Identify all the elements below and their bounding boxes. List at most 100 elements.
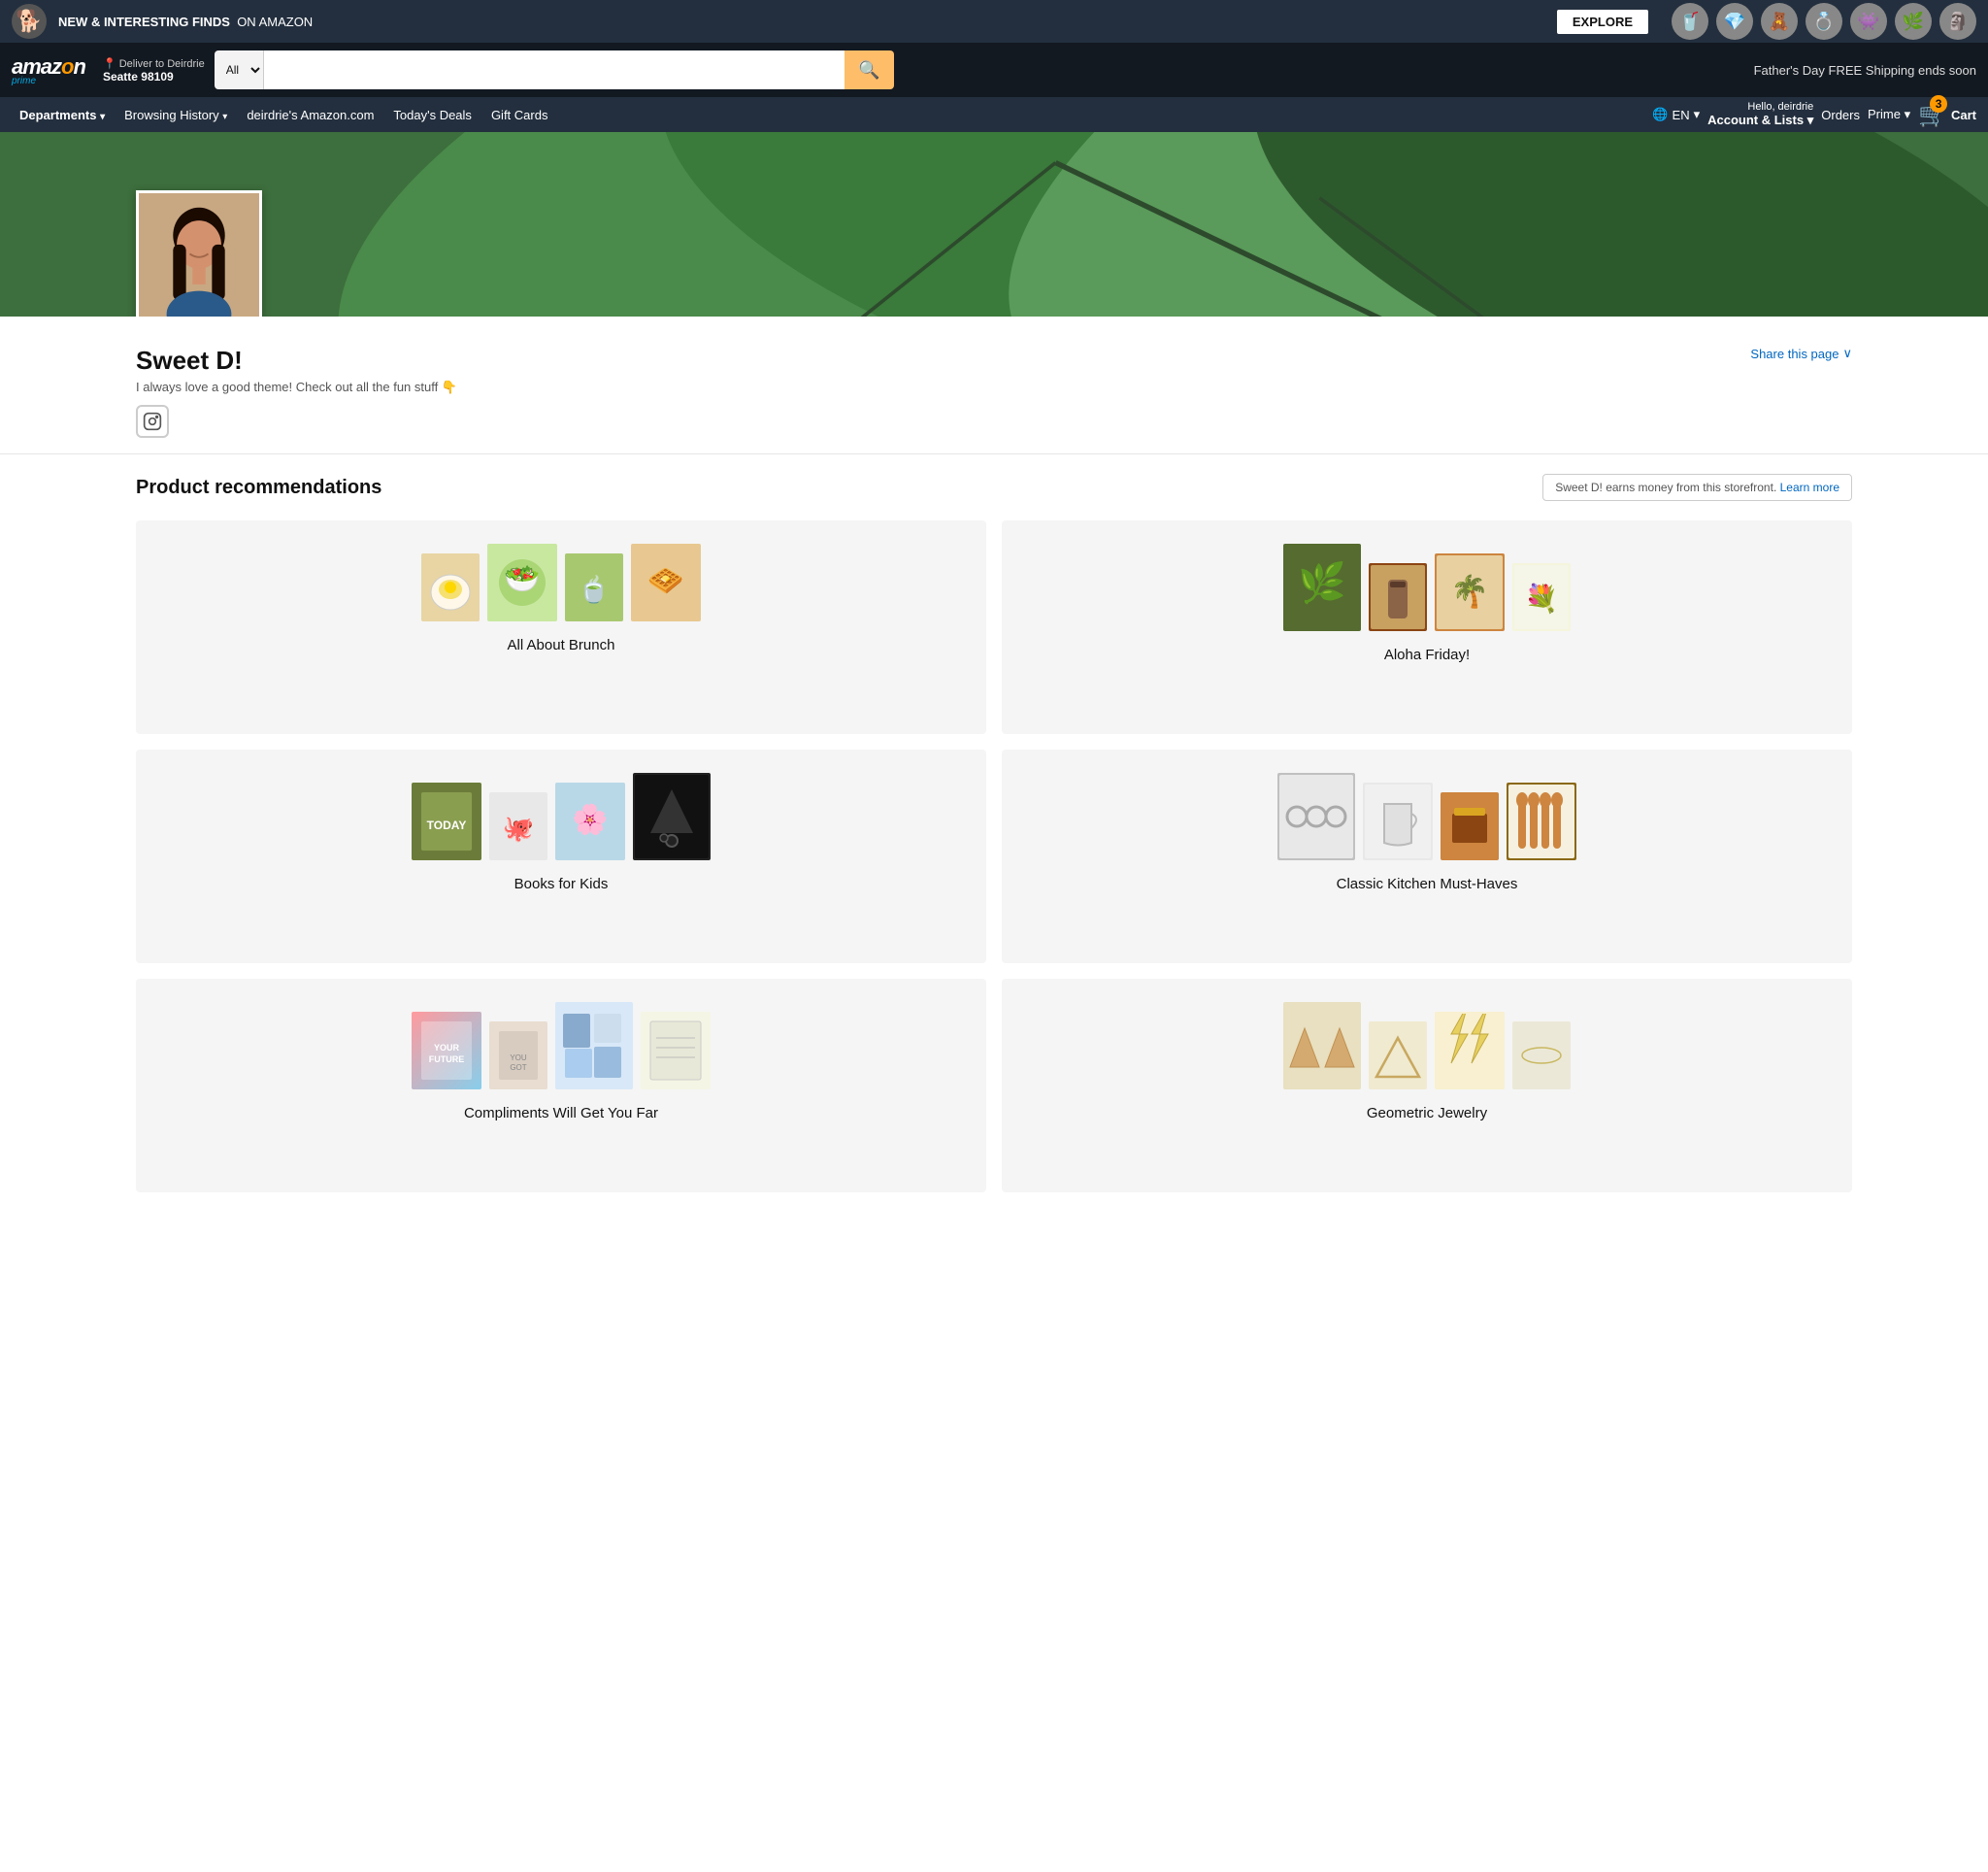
compliments-images: YOUR FUTURE YOU GOT xyxy=(412,1002,711,1089)
product-card-kitchen[interactable]: Classic Kitchen Must-Haves xyxy=(1002,750,1852,963)
kitchen-product-2-svg xyxy=(1365,785,1431,858)
svg-text:🥗: 🥗 xyxy=(504,563,540,595)
svg-text:💐: 💐 xyxy=(1525,582,1559,615)
kids-img-3: 🌸 xyxy=(555,783,625,860)
nav-right-section: 🌐 EN ▾ Hello, deirdrie Account & Lists ▾… xyxy=(1652,101,1976,129)
aloha-title: Aloha Friday! xyxy=(1384,647,1470,663)
product-card-aloha[interactable]: 🌿 🌴 xyxy=(1002,520,1852,734)
compliments-img-2: YOU GOT xyxy=(489,1021,547,1089)
kids-img-4 xyxy=(633,773,711,860)
svg-text:🧇: 🧇 xyxy=(647,565,683,597)
account-arrow: ▾ xyxy=(1807,113,1814,127)
promo-text: NEW & INTERESTING FINDS ON AMAZON xyxy=(58,15,1545,29)
kids-product-1-svg: TODAY xyxy=(414,785,480,858)
promo-icon-1: 🐕 xyxy=(12,4,47,39)
nav-amazon-store[interactable]: deirdrie's Amazon.com xyxy=(239,104,381,126)
brunch-title: All About Brunch xyxy=(508,637,615,653)
aloha-product-1-svg: 🌿 xyxy=(1285,546,1359,629)
nav-departments[interactable]: Departments ▾ xyxy=(12,104,113,126)
lang-arrow: ▾ xyxy=(1694,107,1701,122)
promo-item-3: 🧸 xyxy=(1761,3,1798,40)
jewelry-product-3-svg xyxy=(1437,1014,1503,1087)
nav-orders[interactable]: Orders xyxy=(1821,108,1860,122)
aloha-img-1: 🌿 xyxy=(1283,544,1361,631)
compliments-img-3 xyxy=(555,1002,633,1089)
banner-background xyxy=(0,132,1988,317)
compliments-product-1-svg: YOUR FUTURE xyxy=(414,1014,480,1087)
deliver-location[interactable]: 📍 Deliver to Deirdrie Seatte 98109 xyxy=(103,57,205,84)
kids-img-2: 🐙 xyxy=(489,792,547,860)
jewelry-img-3 xyxy=(1435,1012,1505,1089)
product-card-compliments[interactable]: YOUR FUTURE YOU GOT xyxy=(136,979,986,1192)
kitchen-title: Classic Kitchen Must-Haves xyxy=(1337,876,1518,892)
share-page-button[interactable]: Share this page ∨ xyxy=(1750,346,1852,361)
profile-picture xyxy=(136,190,262,317)
recommendations-title: Product recommendations xyxy=(136,477,381,499)
aloha-img-2 xyxy=(1369,563,1427,631)
aloha-product-4-svg: 💐 xyxy=(1514,565,1569,629)
recommendations-section: Product recommendations Sweet D! earns m… xyxy=(0,454,1988,1212)
fathers-day-promo: Father's Day FREE Shipping ends soon xyxy=(1754,63,1976,78)
promo-item-7: 🗿 xyxy=(1939,3,1976,40)
nav-gift-cards[interactable]: Gift Cards xyxy=(483,104,556,126)
location-icon: 📍 xyxy=(103,58,116,70)
compliments-title: Compliments Will Get You Far xyxy=(464,1105,658,1121)
banner-svg xyxy=(0,132,1988,317)
brunch-product-1-svg xyxy=(423,555,478,619)
earns-money-notice: Sweet D! earns money from this storefron… xyxy=(1542,474,1852,501)
promo-item-1: 🥤 xyxy=(1672,3,1708,40)
nav-todays-deals[interactable]: Today's Deals xyxy=(385,104,480,126)
jewelry-title: Geometric Jewelry xyxy=(1367,1105,1487,1121)
globe-icon: 🌐 xyxy=(1652,107,1668,122)
amazon-header: amazon prime 📍 Deliver to Deirdrie Seatt… xyxy=(0,43,1988,97)
brunch-product-4-svg: 🧇 xyxy=(633,546,699,619)
nav-account-lists[interactable]: Hello, deirdrie Account & Lists ▾ xyxy=(1707,101,1813,128)
profile-avatar-svg xyxy=(139,190,259,317)
promo-item-5: 👾 xyxy=(1850,3,1887,40)
kids-product-2-svg: 🐙 xyxy=(491,794,546,858)
jewelry-img-2 xyxy=(1369,1021,1427,1089)
amazon-logo[interactable]: amazon prime xyxy=(12,54,85,86)
profile-bio: I always love a good theme! Check out al… xyxy=(136,380,1852,395)
svg-text:🐙: 🐙 xyxy=(503,814,534,844)
compliments-product-4-svg xyxy=(643,1014,709,1087)
promo-product-images: 🥤 💎 🧸 💍 👾 🌿 🗿 xyxy=(1672,3,1976,40)
brunch-img-2: 🥗 xyxy=(487,544,557,621)
kids-title: Books for Kids xyxy=(514,876,609,892)
prime-arrow: ▾ xyxy=(1905,107,1911,121)
search-icon: 🔍 xyxy=(858,60,879,80)
kitchen-images xyxy=(1277,773,1576,860)
aloha-images: 🌿 🌴 xyxy=(1283,544,1571,631)
search-button[interactable]: 🔍 xyxy=(845,50,893,89)
kitchen-img-4 xyxy=(1507,783,1576,860)
promo-item-6: 🌿 xyxy=(1895,3,1932,40)
nav-language[interactable]: 🌐 EN ▾ xyxy=(1652,107,1700,122)
jewelry-product-2-svg xyxy=(1371,1023,1425,1087)
nav-browsing-history[interactable]: Browsing History ▾ xyxy=(116,104,235,126)
search-input[interactable] xyxy=(264,50,845,89)
kitchen-product-3-svg xyxy=(1442,794,1497,858)
svg-text:🌸: 🌸 xyxy=(572,802,608,836)
search-bar: All 🔍 xyxy=(215,50,894,89)
instagram-icon-button[interactable] xyxy=(136,405,169,438)
promo-bar: 🐕 NEW & INTERESTING FINDS ON AMAZON EXPL… xyxy=(0,0,1988,43)
product-card-kids[interactable]: TODAY 🐙 🌸 xyxy=(136,750,986,963)
kids-img-1: TODAY xyxy=(412,783,481,860)
svg-text:YOU: YOU xyxy=(510,1053,527,1062)
departments-arrow: ▾ xyxy=(100,112,105,122)
account-lists-label: Account & Lists ▾ xyxy=(1707,113,1813,128)
product-card-brunch[interactable]: 🥗 🍵 🧇 All About Brunch xyxy=(136,520,986,734)
nav-prime[interactable]: Prime ▾ xyxy=(1868,107,1910,122)
compliments-product-3-svg xyxy=(557,1004,631,1087)
kitchen-product-1-svg xyxy=(1279,775,1353,858)
compliments-img-4 xyxy=(641,1012,711,1089)
jewelry-img-4 xyxy=(1512,1021,1571,1089)
brunch-img-3: 🍵 xyxy=(565,553,623,621)
learn-more-link[interactable]: Learn more xyxy=(1780,481,1839,494)
brunch-img-1 xyxy=(421,553,480,621)
nav-cart[interactable]: 🛒 3 Cart xyxy=(1918,101,1976,129)
product-card-jewelry[interactable]: Geometric Jewelry xyxy=(1002,979,1852,1192)
explore-button[interactable]: EXPLORE xyxy=(1557,10,1648,34)
search-category-select[interactable]: All xyxy=(215,50,264,89)
prime-label: prime xyxy=(12,76,36,86)
